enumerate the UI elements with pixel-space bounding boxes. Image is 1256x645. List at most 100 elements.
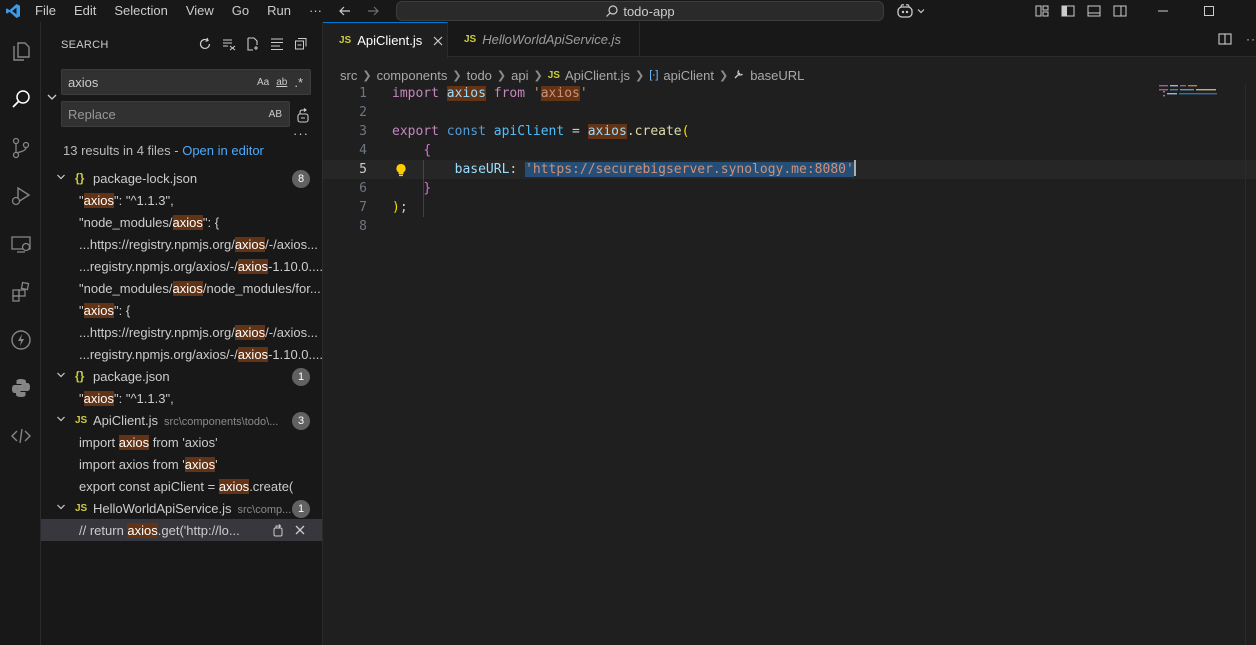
line-number: 6 [359,181,367,196]
menu-item-1[interactable]: Edit [65,0,105,22]
code-line[interactable]: 4 { [323,141,1256,160]
replace-icon[interactable] [271,523,285,537]
match-text: // return axios.get('http://lo... [79,522,240,538]
search-input[interactable]: axios Aa ab .* [61,69,311,95]
tab-apiclient[interactable]: JS ApiClient.js [323,22,448,58]
thunder-client-icon[interactable] [0,320,41,360]
match-whole-word-toggle[interactable]: ab [276,77,287,88]
result-match-row[interactable]: export const apiClient = axios.create( [41,475,322,497]
result-file-row[interactable]: {} package.json 1 [41,365,322,387]
run-debug-icon[interactable] [0,176,41,216]
breadcrumb-separator-icon: ❯ [452,69,462,82]
activity-bar [0,22,41,645]
customize-layout-icon[interactable] [1034,3,1050,19]
toggle-panel-icon[interactable] [1086,3,1102,19]
chevron-down-icon[interactable] [55,369,67,381]
extensions-icon[interactable] [0,272,41,312]
js-file-icon: JS [75,414,88,426]
sidebar-title: SEARCH [61,39,109,51]
source-control-icon[interactable] [0,128,41,168]
forward-arrow-icon[interactable] [364,2,382,20]
minimap[interactable] [1159,84,1256,124]
refresh-icon[interactable] [197,36,213,52]
clear-results-icon[interactable] [221,36,237,52]
code-line[interactable]: 2 [323,103,1256,122]
code-line[interactable]: 3 export const apiClient = axios.create( [323,122,1256,141]
replace-all-icon[interactable] [294,107,312,125]
result-match-row[interactable]: // return axios.get('http://lo... [41,519,322,541]
result-match-row[interactable]: ...registry.npmjs.org/axios/-/axios-1.10… [41,255,322,277]
result-file-row[interactable]: JS ApiClient.js src\components\todo\... 3 [41,409,322,431]
code-line[interactable]: 5 baseURL: 'https://securebigserver.syno… [323,160,1256,179]
vertical-scrollbar[interactable] [1245,84,1256,645]
close-icon[interactable] [431,34,445,48]
minimize-icon[interactable] [1140,0,1186,22]
results-count: 13 results in 4 files - [63,143,183,158]
breadcrumb-item[interactable]: api [511,68,528,83]
chevron-down-icon[interactable] [55,501,67,513]
breadcrumb-item[interactable]: src [340,68,357,83]
breadcrumb-item[interactable]: apiClient [663,68,714,83]
copilot-menu[interactable] [896,1,926,21]
toggle-search-details-button[interactable]: ··· [293,126,309,141]
result-match-row[interactable]: "axios": { [41,299,322,321]
menu-item-0[interactable]: File [26,0,65,22]
use-regex-toggle[interactable]: .* [294,75,303,90]
result-file-row[interactable]: {} package-lock.json 8 [41,167,322,189]
code-line[interactable]: 7); [323,198,1256,217]
replace-input[interactable]: Replace AB [61,101,290,127]
search-view-icon[interactable] [0,79,41,119]
breadcrumb-item[interactable]: ApiClient.js [565,68,630,83]
match-case-toggle[interactable]: Aa [257,77,269,88]
breadcrumb-item[interactable]: baseURL [750,68,804,83]
result-file-row[interactable]: JS HelloWorldApiService.js src\comp... 1 [41,497,322,519]
collapse-all-icon[interactable] [293,36,309,52]
more-actions-icon[interactable]: ··· [1246,32,1256,46]
dismiss-icon[interactable] [294,524,306,536]
breadcrumb-item[interactable]: components [377,68,448,83]
result-match-row[interactable]: "node_modules/axios/node_modules/for... [41,277,322,299]
result-match-row[interactable]: ...https://registry.npmjs.org/axios/-/ax… [41,233,322,255]
menu-item-3[interactable]: View [177,0,223,22]
line-number: 7 [359,200,367,215]
result-match-row[interactable]: "node_modules/axios": { [41,211,322,233]
toggle-replace-chevron-icon[interactable] [45,90,59,104]
tab-helloworldapiservice[interactable]: JS HelloWorldApiService.js [448,22,640,57]
code-line[interactable]: 8 [323,217,1256,236]
preserve-case-toggle[interactable]: AB [269,109,282,120]
menu-item-4[interactable]: Go [223,0,258,22]
result-match-row[interactable]: import axios from 'axios' [41,431,322,453]
toggle-primary-sidebar-icon[interactable] [1060,3,1076,19]
live-share-icon[interactable] [0,416,41,456]
menu-item-2[interactable]: Selection [105,0,176,22]
view-as-tree-icon[interactable] [269,36,285,52]
back-arrow-icon[interactable] [336,2,354,20]
tab-label: HelloWorldApiService.js [482,32,621,47]
result-match-row[interactable]: "axios": "^1.1.3", [41,189,322,211]
code-line[interactable]: 1 import axios from 'axios' [323,84,1256,103]
toggle-secondary-sidebar-icon[interactable] [1112,3,1128,19]
vscode-logo-icon [0,0,26,22]
js-file-icon: JS [75,502,88,514]
python-icon[interactable] [0,368,41,408]
explorer-icon[interactable] [0,31,41,71]
result-match-row[interactable]: ...registry.npmjs.org/axios/-/axios-1.10… [41,343,322,365]
remote-explorer-icon[interactable] [0,224,41,264]
command-center[interactable]: todo-app [396,1,884,21]
open-in-editor-link[interactable]: Open in editor [182,143,264,158]
breadcrumb-item[interactable]: todo [467,68,492,83]
maximize-icon[interactable] [1186,0,1232,22]
match-text: "node_modules/axios": { [79,214,220,230]
new-search-editor-icon[interactable] [245,36,261,52]
menu-item-6[interactable]: ··· [300,0,331,22]
result-match-row[interactable]: "axios": "^1.1.3", [41,387,322,409]
chevron-down-icon[interactable] [55,413,67,425]
layout-controls [1034,0,1128,22]
result-match-row[interactable]: import axios from 'axios' [41,453,322,475]
chevron-down-icon[interactable] [55,171,67,183]
result-match-row[interactable]: ...https://registry.npmjs.org/axios/-/ax… [41,321,322,343]
split-editor-icon[interactable] [1218,32,1232,46]
code-line[interactable]: 6 } [323,179,1256,198]
menu-item-5[interactable]: Run [258,0,300,22]
breadcrumb: src ❯ components ❯ todo ❯ api ❯ JS ApiClient.js ❯ [… [340,66,804,84]
